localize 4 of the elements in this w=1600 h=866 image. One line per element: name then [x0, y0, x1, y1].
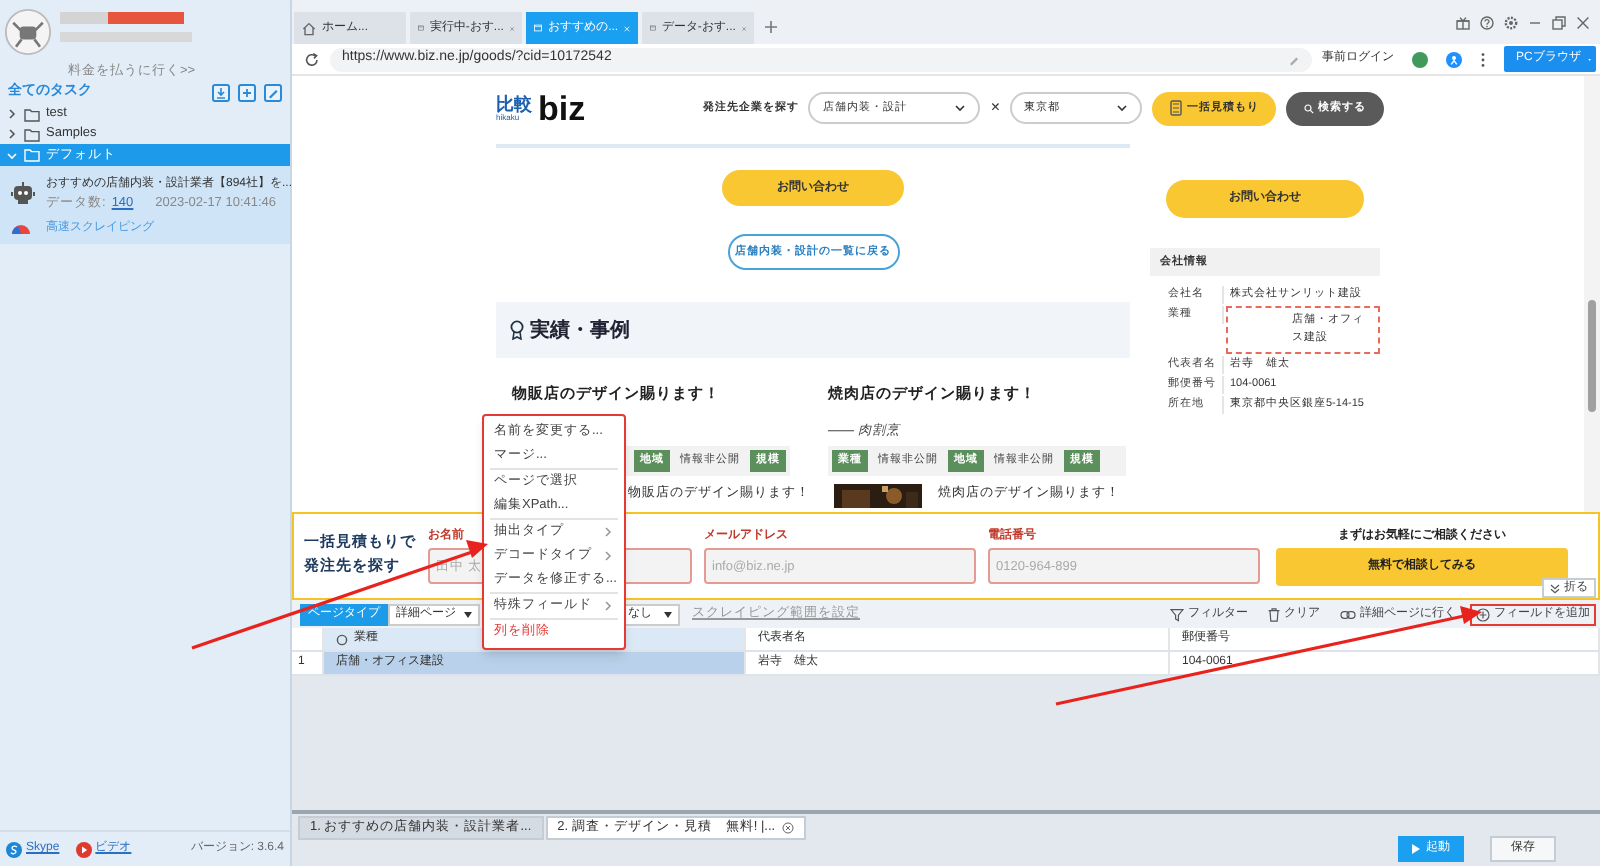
times-sign: ×	[990, 96, 1000, 120]
logo-wordmark: biz	[538, 91, 586, 125]
logo-kanji: 比較	[496, 95, 532, 113]
section-title: 実績・事例	[530, 316, 630, 345]
